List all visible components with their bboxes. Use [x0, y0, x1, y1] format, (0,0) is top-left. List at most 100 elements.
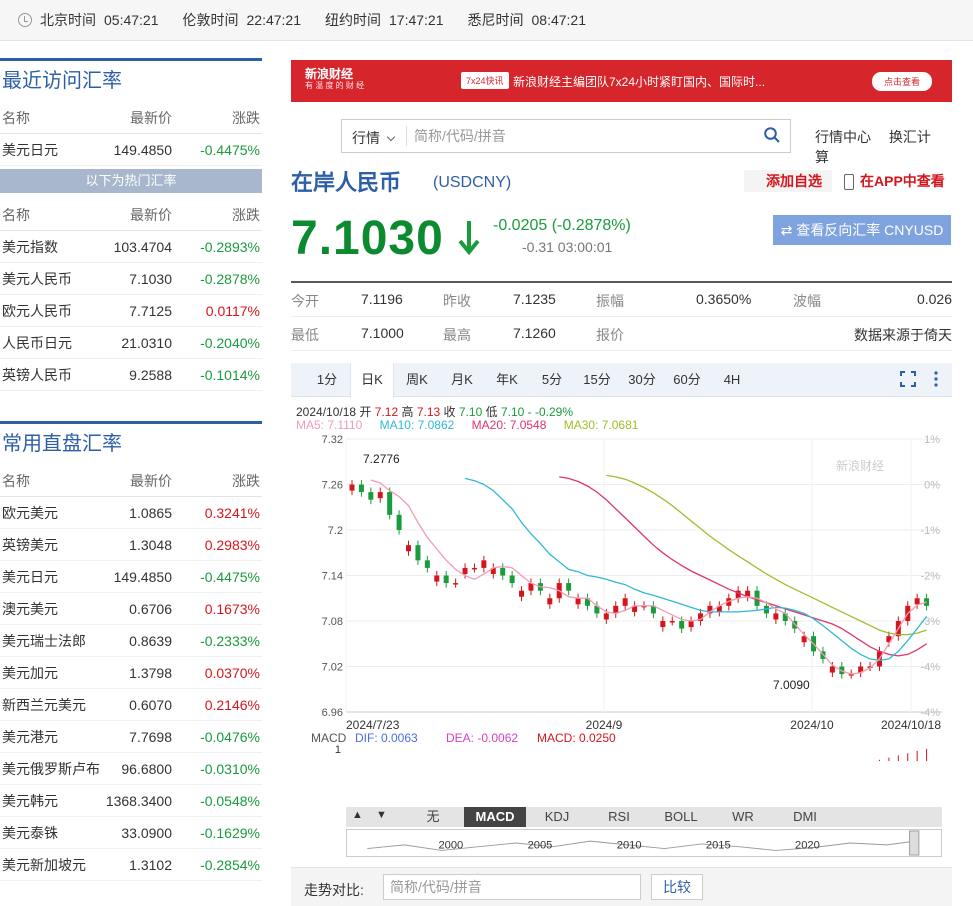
scroll-left-icon[interactable]: ▲ — [352, 809, 363, 821]
search-type-select[interactable]: 行情 — [352, 128, 396, 148]
hot-rate-row[interactable]: 美元人民币 7.1030 -0.2878% — [0, 263, 262, 295]
watermark: 新浪财经 — [836, 458, 884, 473]
hot-rate-price: 7.1030 — [129, 270, 172, 287]
hot-rate-price: 103.4704 — [113, 238, 172, 255]
ma20-line — [559, 476, 927, 657]
indicator-tab[interactable]: RSI — [588, 807, 650, 827]
tab-period[interactable]: 60分 — [665, 363, 709, 397]
high-marker: 7.2776 — [363, 452, 400, 466]
candle-body — [500, 567, 506, 576]
direct-rate-row[interactable]: 美元瑞士法郎 0.8639 -0.2333% — [0, 625, 262, 657]
indicator-tab[interactable]: BOLL — [650, 807, 712, 827]
direct-rate-price: 0.6070 — [129, 696, 172, 713]
direct-rate-name: 美元日元 — [2, 568, 58, 585]
y-tick-label: 7.32 — [322, 434, 343, 446]
direct-rate-chg: 0.2146% — [204, 696, 260, 713]
hot-rate-row[interactable]: 人民币日元 21.0310 -0.2040% — [0, 327, 262, 359]
candlestick-chart[interactable]: 7.32 1% 7.26 0% 7.2 -1% 7.14 -2% 7.08 -3% 7.02 -4% 6… — [291, 431, 952, 761]
compare-button[interactable]: 比较 — [651, 874, 703, 900]
direct-rate-row[interactable]: 英镑美元 1.3048 0.2983% — [0, 529, 262, 561]
direct-rate-row[interactable]: 美元泰铢 33.0900 -0.1629% — [0, 817, 262, 849]
hot-rate-row[interactable]: 欧元人民币 7.7125 0.0117% — [0, 295, 262, 327]
scroll-right-icon[interactable]: ▼ — [376, 809, 387, 821]
candle-body — [688, 621, 694, 628]
dea-label: DEA: -0.0062 — [446, 731, 518, 745]
hot-rate-name: 人民币日元 — [2, 334, 72, 351]
hot-rate-row[interactable]: 英镑人民币 9.2588 -0.1014% — [0, 359, 262, 391]
tab-period[interactable]: 5分 — [530, 363, 574, 397]
compare-input[interactable] — [383, 874, 641, 900]
time-navigator[interactable]: 2000 2005 2010 2015 2020 — [346, 829, 942, 857]
fullscreen-icon[interactable] — [900, 371, 917, 387]
direct-rate-chg: -0.2333% — [200, 632, 260, 649]
candle-body — [660, 621, 666, 628]
direct-rate-price: 7.7698 — [129, 728, 172, 745]
tab-period[interactable]: 4H — [710, 363, 754, 397]
symbol-code: (USDCNY) — [433, 174, 512, 191]
ma10-line — [464, 477, 928, 662]
news-banner[interactable]: 新浪财经有 温 度 的 财 经 7x24快讯 新浪财经主编团队7x24小时紧盯国… — [291, 60, 952, 102]
more-icon[interactable] — [934, 371, 938, 387]
indicator-tab[interactable]: WR — [712, 807, 774, 827]
ma5-legend: MA5: 7.1110 — [296, 418, 363, 432]
reverse-rate-button[interactable]: ⇄ 查看反向汇率 CNYUSD — [773, 215, 951, 245]
navigator-year: 2010 — [617, 840, 642, 852]
tab-period[interactable]: 1分 — [305, 363, 349, 397]
page-title: 在岸人民币 — [291, 170, 402, 195]
view-in-app-link[interactable]: 在APP中查看 — [844, 170, 945, 192]
hot-rate-price: 21.0310 — [121, 334, 172, 351]
ma20-legend: MA20: 7.0548 — [471, 418, 547, 432]
indicator-tab[interactable]: 无 — [402, 807, 464, 827]
candle-body — [396, 514, 402, 530]
hot-rate-price: 9.2588 — [129, 366, 172, 383]
candle-body — [434, 575, 440, 582]
indicator-tab[interactable]: MACD — [464, 807, 526, 827]
banner-tag: 7x24快讯 — [461, 72, 509, 89]
tab-period[interactable]: 日K — [350, 363, 394, 398]
stats-row-1: 今开 7.1196 昨收 7.1235 振幅 0.3650% 波幅 0.026 — [291, 283, 952, 317]
pct-tick-label: 1% — [924, 434, 940, 446]
direct-rate-row[interactable]: 欧元美元 1.0865 0.3241% — [0, 497, 262, 529]
candle-body — [566, 583, 572, 591]
candle-body — [547, 598, 553, 605]
tab-period[interactable]: 15分 — [575, 363, 619, 397]
clock-icon — [18, 13, 32, 27]
tab-period[interactable]: 30分 — [620, 363, 664, 397]
tab-period[interactable]: 周K — [395, 363, 439, 397]
indicator-tab[interactable]: DMI — [774, 807, 836, 827]
tab-period[interactable]: 年K — [485, 363, 529, 397]
ma-legend: MA5: 7.1110 MA10: 7.0862 MA20: 7.0548 MA… — [296, 418, 652, 432]
direct-rate-row[interactable]: 澳元美元 0.6706 0.1673% — [0, 593, 262, 625]
direct-rate-name: 新西兰元美元 — [2, 696, 86, 713]
search-icon[interactable] — [764, 127, 780, 143]
direct-rate-price: 1.3048 — [129, 536, 172, 553]
direct-rate-name: 美元韩元 — [2, 792, 58, 809]
candle-body — [424, 560, 430, 568]
hot-rate-name: 美元指数 — [2, 238, 58, 255]
direct-rate-row[interactable]: 美元加元 1.3798 0.0370% — [0, 657, 262, 689]
direct-rate-row[interactable]: 美元日元 149.4850 -0.4475% — [0, 561, 262, 593]
direct-rates-title: 常用直盘汇率 — [0, 421, 262, 465]
direct-rate-price: 149.4850 — [113, 568, 172, 585]
market-center-link[interactable]: 行情中心 — [815, 129, 871, 145]
hot-rate-row[interactable]: 美元指数 103.4704 -0.2893% — [0, 231, 262, 263]
banner-view-button[interactable]: 点击查看 — [871, 72, 932, 91]
candle-body — [481, 560, 487, 568]
pct-tick-label: -4% — [920, 662, 940, 674]
direct-rate-row[interactable]: 美元新加坡元 1.3102 -0.2854% — [0, 849, 262, 881]
indicator-tab[interactable]: KDJ — [526, 807, 588, 827]
candle-body — [349, 484, 355, 491]
hot-rate-name: 英镑人民币 — [2, 366, 72, 383]
tab-period[interactable]: 月K — [440, 363, 484, 397]
direct-rate-row[interactable]: 美元俄罗斯卢布 96.6800 -0.0310% — [0, 753, 262, 785]
direct-rate-row[interactable]: 新西兰元美元 0.6070 0.2146% — [0, 689, 262, 721]
add-watchlist-button[interactable]: 添加自选 — [744, 170, 832, 192]
direct-rate-row[interactable]: 美元港元 7.7698 -0.0476% — [0, 721, 262, 753]
navigator-year: 2015 — [706, 840, 731, 852]
recent-rate-row[interactable]: 美元日元 149.4850 -0.4475% — [0, 134, 262, 166]
candle-body — [519, 590, 525, 597]
navigator-year: 2005 — [528, 840, 553, 852]
direct-rate-name: 美元瑞士法郎 — [2, 632, 86, 649]
direct-rate-row[interactable]: 美元韩元 1368.3400 -0.0548% — [0, 785, 262, 817]
search-input[interactable] — [414, 126, 744, 146]
